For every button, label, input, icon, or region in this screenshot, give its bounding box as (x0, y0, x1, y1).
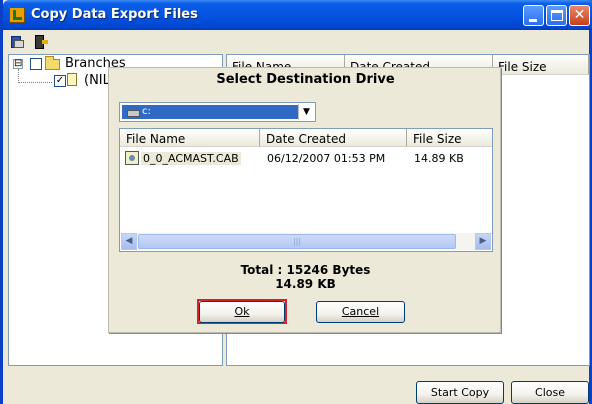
tree-item-branch[interactable]: (NIL (84, 73, 110, 88)
scroll-thumb[interactable]: ||| (138, 234, 456, 249)
column-header-file-size[interactable]: File Size (493, 55, 589, 75)
tree-connector (18, 69, 19, 83)
horizontal-scrollbar[interactable]: ◀ ||| ▶ (121, 233, 491, 250)
dialog-file-list[interactable]: File Name Date Created File Size 0_0_ACM… (119, 128, 493, 252)
minimize-button[interactable] (523, 5, 544, 26)
cancel-button[interactable]: Cancel (316, 301, 405, 323)
cab-file-icon (125, 151, 139, 165)
file-size-cell: 14.89 KB (414, 152, 464, 165)
collapse-toggle[interactable]: ⊟ (13, 59, 23, 69)
column-header-date-created[interactable]: Date Created (260, 129, 407, 147)
dialog-title: Select Destination Drive (216, 72, 395, 87)
maximize-button[interactable] (546, 5, 567, 26)
select-drive-dialog: Select Destination Drive c: ▼ File Name … (108, 67, 501, 333)
minimize-icon (529, 19, 537, 22)
column-header-file-name[interactable]: File Name (120, 129, 260, 147)
total-size: 14.89 KB (275, 277, 336, 291)
app-icon (9, 7, 25, 23)
folder-icon (45, 56, 60, 70)
exit-icon[interactable] (33, 34, 49, 50)
selected-drive[interactable]: c: (122, 105, 298, 119)
drive-dropdown[interactable]: c: ▼ (119, 102, 316, 122)
branch-item-checkbox[interactable]: ✓ (54, 75, 66, 87)
close-window-button[interactable]: ✕ (569, 5, 590, 26)
branches-checkbox[interactable] (30, 58, 42, 70)
table-row[interactable]: 0_0_ACMAST.CAB 06/12/2007 01:53 PM 14.89… (120, 149, 492, 167)
start-copy-button[interactable]: Start Copy (416, 381, 504, 404)
window-title: Copy Data Export Files (31, 7, 198, 22)
scroll-left-icon[interactable]: ◀ (121, 233, 137, 250)
drive-icon (127, 110, 140, 117)
document-icon (67, 73, 77, 86)
export-icon[interactable] (10, 34, 26, 50)
maximize-icon (551, 10, 563, 21)
total-bytes: Total : 15246 Bytes (240, 263, 371, 277)
date-created-cell: 06/12/2007 01:53 PM (267, 152, 386, 165)
file-name-cell: 0_0_ACMAST.CAB (141, 152, 241, 165)
close-button[interactable]: Close (511, 381, 589, 404)
ok-button[interactable]: Ok (199, 301, 285, 323)
chevron-down-icon[interactable]: ▼ (298, 104, 314, 120)
tree-connector (19, 82, 52, 83)
title-bar[interactable]: Copy Data Export Files ✕ (3, 0, 592, 30)
column-header-file-size[interactable]: File Size (407, 129, 492, 147)
scroll-right-icon[interactable]: ▶ (475, 233, 491, 250)
close-icon: ✕ (573, 7, 586, 23)
drive-label: c: (142, 106, 151, 117)
